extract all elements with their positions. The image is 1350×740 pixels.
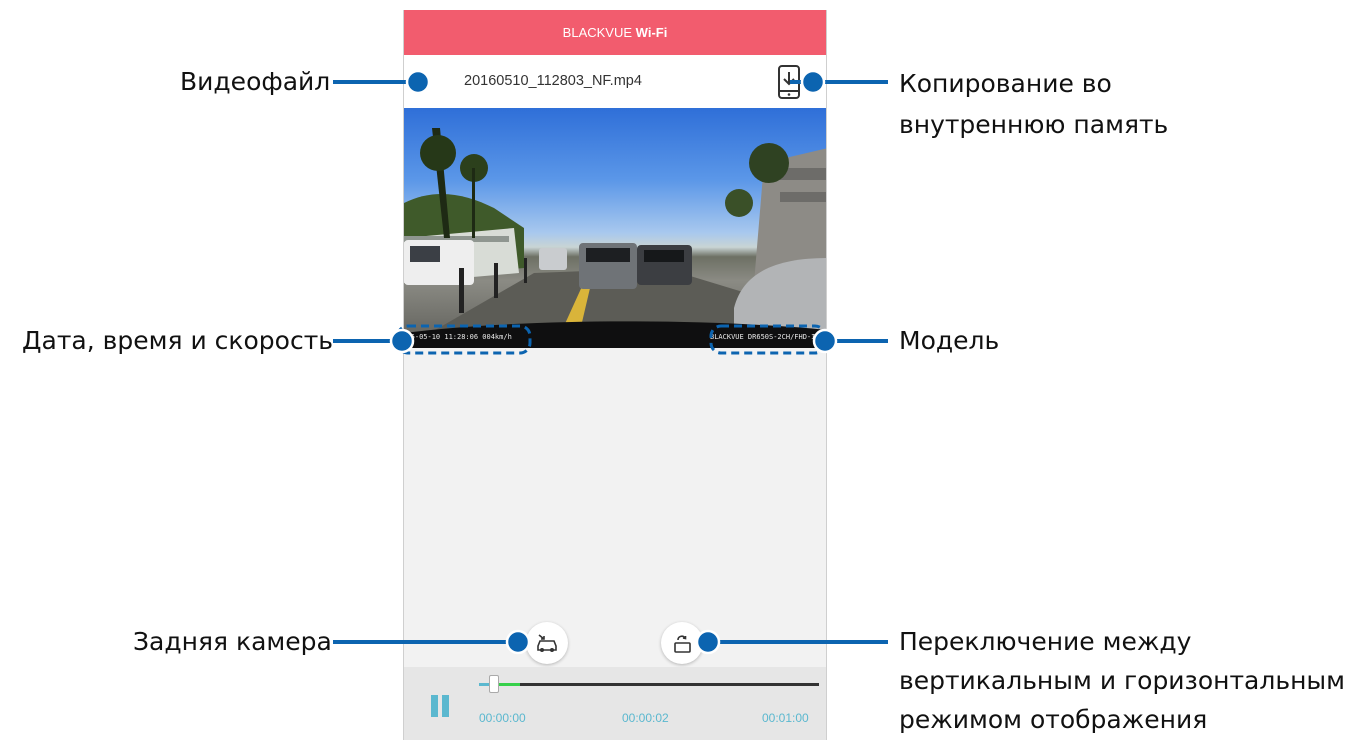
- annotation-rear-camera: Задняя камера: [133, 627, 332, 656]
- annotation-video-file: Видеофайл: [180, 67, 331, 96]
- annotation-model: Модель: [899, 326, 1000, 355]
- annotation-switch-line2: вертикальным и горизонтальным: [899, 666, 1346, 695]
- annotation-switch-line3: режимом отображения: [899, 705, 1208, 734]
- annotation-date-time-speed: Дата, время и скорость: [22, 326, 333, 355]
- annotation-switch-line1: Переключение между: [899, 627, 1192, 656]
- annotation-copy-line2: внутреннюю память: [899, 110, 1169, 139]
- annotation-copy-line1: Копирование во: [899, 69, 1112, 98]
